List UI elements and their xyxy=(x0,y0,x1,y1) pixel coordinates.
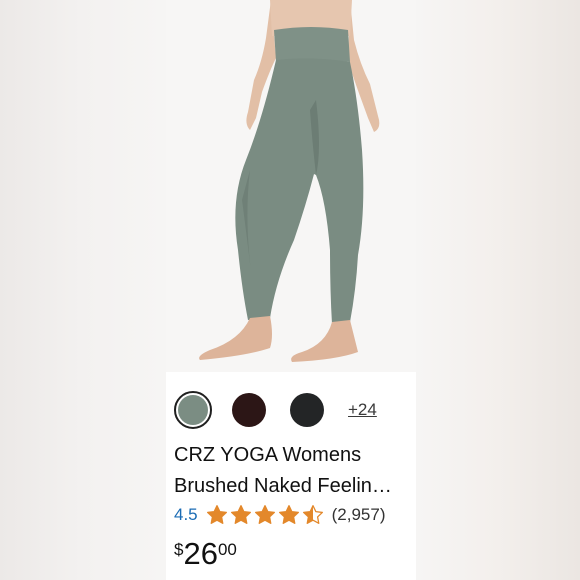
product-image[interactable] xyxy=(166,0,416,372)
star-full-icon xyxy=(230,505,251,524)
rating-value: 4.5 xyxy=(174,505,198,524)
swatch-sage-green xyxy=(178,395,208,425)
swatch-dark-brown[interactable] xyxy=(232,393,266,427)
star-full-icon xyxy=(206,505,227,524)
star-full-icon xyxy=(278,505,299,524)
star-full-icon xyxy=(254,505,275,524)
product-title-line2[interactable]: Brushed Naked Feelin… xyxy=(174,471,412,502)
star-half-icon xyxy=(302,505,323,524)
price-fraction: 00 xyxy=(217,540,237,559)
color-swatches: +24 xyxy=(174,390,377,430)
star-rating[interactable] xyxy=(206,504,326,526)
more-colors-link[interactable]: +24 xyxy=(348,400,377,420)
leggings-photo xyxy=(199,0,380,362)
swatch-selected[interactable] xyxy=(174,391,212,429)
swatch-black[interactable] xyxy=(290,393,324,427)
price-currency: $ xyxy=(174,540,184,559)
product-title-line1[interactable]: CRZ YOGA Womens xyxy=(174,440,412,471)
product-title[interactable]: CRZ YOGA Womens Brushed Naked Feelin… xyxy=(174,440,412,502)
price-whole: 26 xyxy=(183,536,218,571)
rating-row[interactable]: 4.5 (2,957) xyxy=(174,502,386,528)
price: $2600 xyxy=(174,536,237,572)
review-count[interactable]: (2,957) xyxy=(332,505,386,525)
product-card[interactable]: +24 CRZ YOGA Womens Brushed Naked Feelin… xyxy=(166,0,416,580)
